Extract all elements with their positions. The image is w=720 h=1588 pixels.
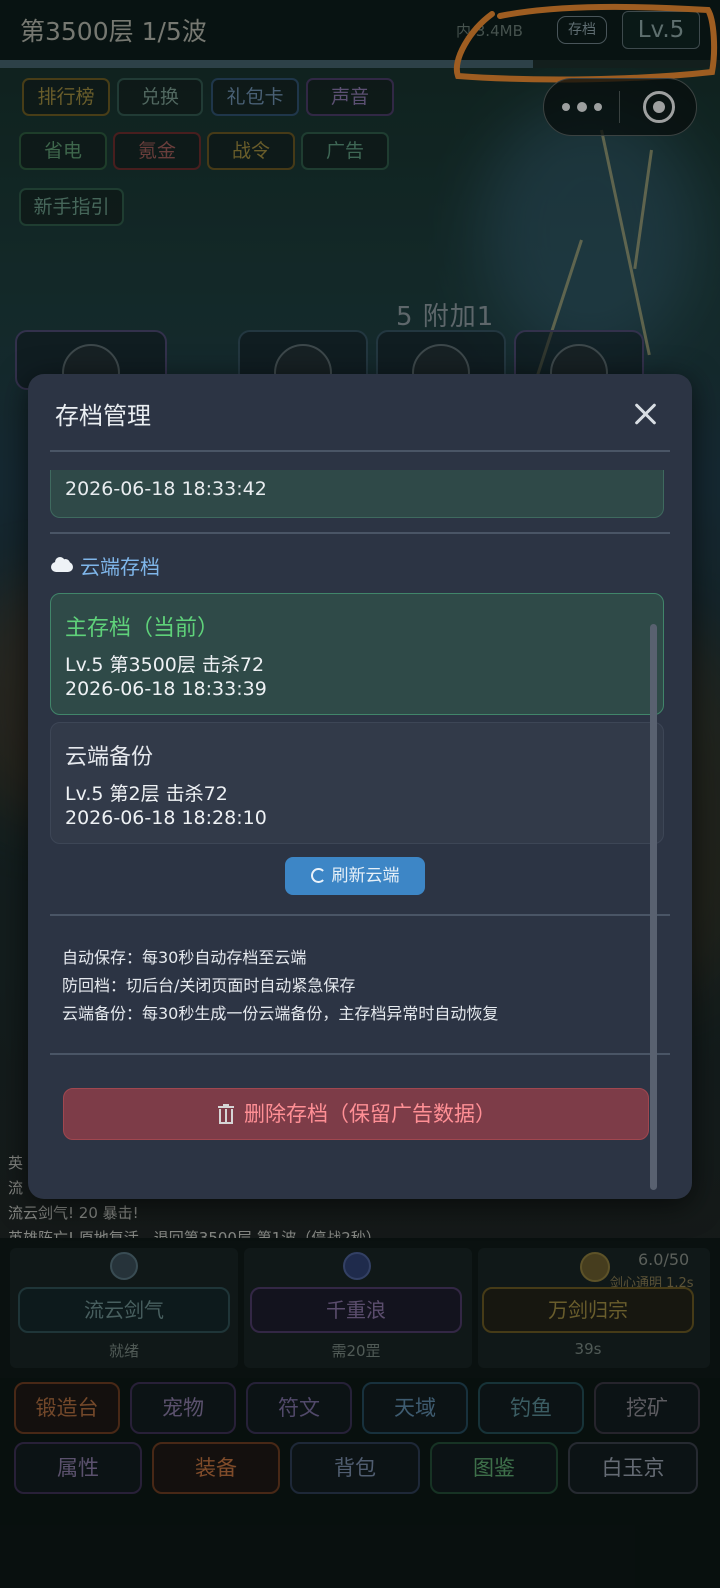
slot-info: Lv.5 第2层 击杀72 [65,783,228,805]
local-save-card[interactable]: 2026-06-18 18:33:42 [50,470,664,518]
cloud-backup-slot[interactable]: 云端备份 Lv.5 第2层 击杀72 2026-06-18 18:28:10 [50,722,664,844]
modal-scrollbar[interactable] [650,624,657,1190]
local-save-time: 2026-06-18 18:33:42 [65,478,267,500]
slot-time: 2026-06-18 18:28:10 [65,807,267,829]
slot-title: 云端备份 [65,745,154,770]
slot-info: Lv.5 第3500层 击杀72 [65,654,265,676]
close-icon[interactable] [633,402,657,426]
info-cloud-backup: 云端备份：每30秒生成一份云端备份，主存档异常时自动恢复 [62,1004,499,1023]
cloud-icon [51,556,73,572]
divider [50,450,670,452]
info-anti-rollback: 防回档：切后台/关闭页面时自动紧急保存 [62,976,356,995]
save-manager-modal: 存档管理 2026-06-18 18:33:42 云端存档 主存档（当前） Lv… [28,374,692,1199]
refresh-label: 刷新云端 [331,866,400,886]
slot-time: 2026-06-18 18:33:39 [65,678,267,700]
cloud-save-heading: 云端存档 [80,555,160,579]
divider [50,914,670,916]
slot-title: 主存档（当前） [65,616,220,641]
info-autosave: 自动保存：每30秒自动存档至云端 [62,948,307,967]
delete-label: 删除存档（保留广告数据） [244,1102,496,1126]
trash-icon [216,1104,236,1124]
divider [50,1053,670,1055]
main-save-slot[interactable]: 主存档（当前） Lv.5 第3500层 击杀72 2026-06-18 18:3… [50,593,664,715]
modal-title: 存档管理 [55,402,151,430]
refresh-icon [310,868,326,883]
delete-save-button[interactable]: 删除存档（保留广告数据） [63,1088,649,1140]
refresh-cloud-button[interactable]: 刷新云端 [285,857,425,895]
divider [50,532,670,534]
